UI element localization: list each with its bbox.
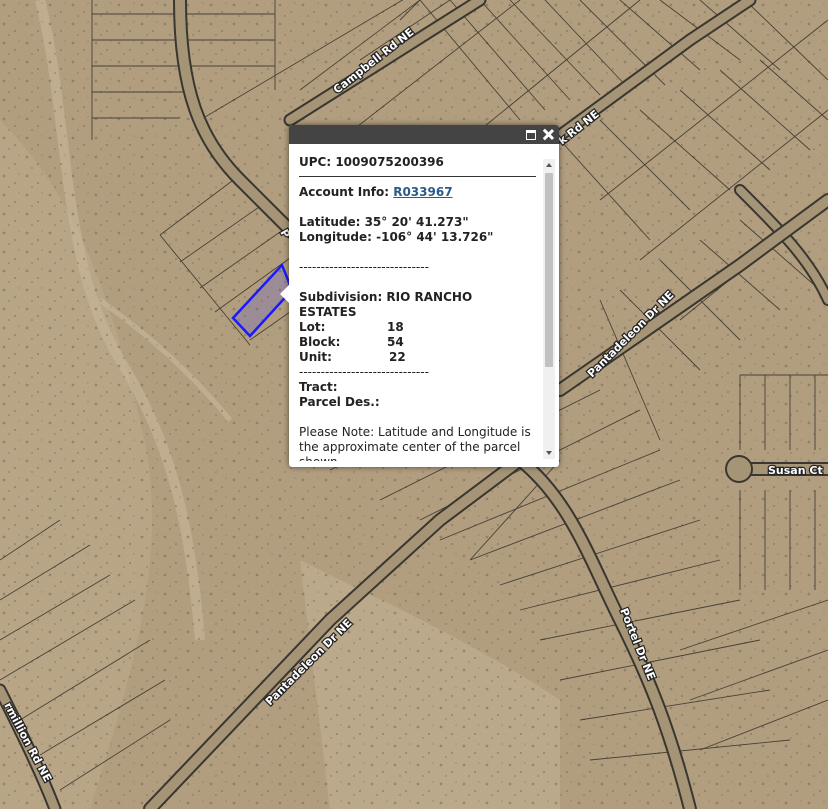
divider	[299, 176, 536, 177]
popup-scrollbar[interactable]	[543, 159, 555, 459]
unit-value: 22	[389, 350, 406, 364]
lot-label: Lot:	[299, 320, 326, 334]
unit-label: Unit:	[299, 350, 332, 364]
separator-text: ------------------------------	[299, 260, 429, 274]
block-label: Block:	[299, 335, 341, 349]
cul-de-sac	[725, 455, 753, 483]
road-label-susan: Susan Ct	[768, 464, 823, 477]
tract-label: Tract:	[299, 380, 338, 394]
separator-text-2: ------------------------------	[299, 365, 429, 379]
popup-titlebar	[289, 125, 559, 144]
parcel-info-popup: UPC: 1009075200396 Account Info: R033967…	[280, 125, 559, 467]
scroll-down-icon[interactable]	[543, 447, 555, 459]
upc-text: UPC: 1009075200396	[299, 155, 444, 169]
latitude-text: Latitude: 35° 20' 41.273"	[299, 215, 469, 229]
longitude-text: Longitude: -106° 44' 13.726"	[299, 230, 494, 244]
account-info-link[interactable]: R033967	[393, 185, 452, 199]
lot-value: 18	[387, 320, 404, 334]
popup-pointer	[280, 285, 289, 303]
scroll-up-icon[interactable]	[543, 159, 555, 171]
popup-content[interactable]: UPC: 1009075200396 Account Info: R033967…	[299, 155, 536, 461]
account-info-label: Account Info:	[299, 185, 390, 199]
close-icon[interactable]	[540, 125, 556, 144]
subdivision-text-cont: ESTATES	[299, 305, 357, 319]
note-text: Please Note: Latitude and Longitude is t…	[299, 425, 531, 461]
scroll-thumb[interactable]	[545, 173, 553, 367]
maximize-icon[interactable]	[523, 125, 539, 144]
block-value: 54	[387, 335, 404, 349]
subdivision-text: Subdivision: RIO RANCHO	[299, 290, 473, 304]
parcel-des-label: Parcel Des.:	[299, 395, 380, 409]
